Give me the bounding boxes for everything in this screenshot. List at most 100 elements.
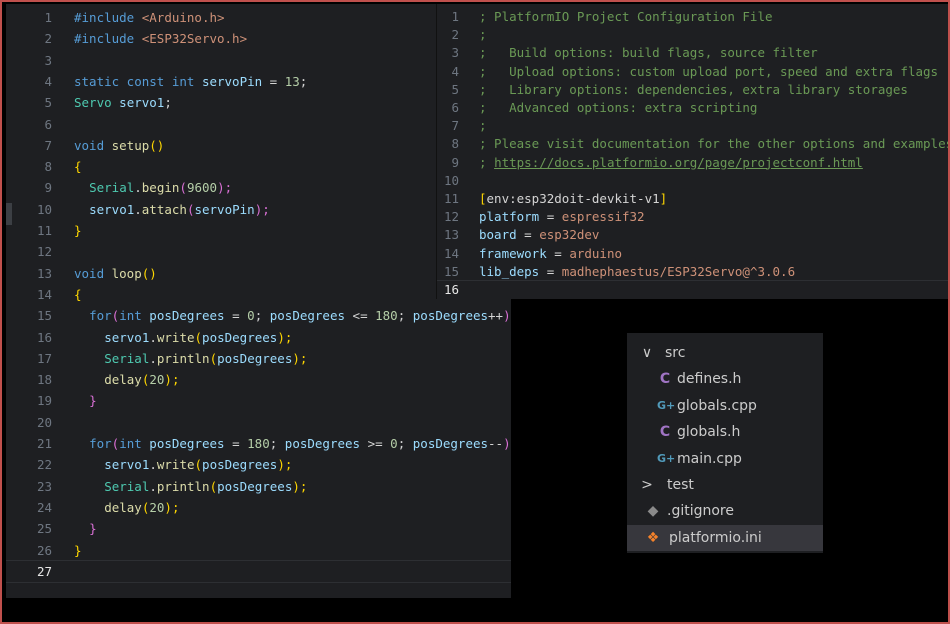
code-line[interactable]: 25} [6,518,511,539]
code-line[interactable]: 27 [6,559,511,584]
line-number: 21 [36,436,52,451]
explorer-item-label: globals.cpp [677,397,757,414]
code-token: write [156,457,195,473]
ini-line[interactable]: 6 ; Advanced options: extra scripting [437,99,948,117]
code-token: ); [292,350,308,366]
line-number: 14 [36,286,52,302]
code-line[interactable]: 26} [6,540,511,561]
line-number: 14 [443,245,459,261]
code-token: Serial [104,478,150,494]
code-line[interactable]: 17 Serial.println(posDegrees); [6,348,511,369]
ini-token: arduino [569,245,622,261]
code-token: println [156,478,210,494]
ini-line[interactable]: 15 lib_deps = madhephaestus/ESP32Servo@^3… [437,263,948,281]
code-token: = [224,308,248,324]
code-token: servoPin [194,201,255,217]
code-token: ); [164,372,180,388]
ini-token: env:esp32doit-devkit-v1 [486,191,660,206]
code-line[interactable]: 21 for(int posDegrees = 180; posDegrees >… [6,433,511,454]
code-text: delay(20); [104,369,179,390]
code-token: Serial [104,350,150,366]
ini-text: ; [479,26,487,44]
code-text: Serial.println(posDegrees); [104,476,307,497]
code-token: = [224,436,248,451]
git-icon: ◆ [647,503,659,520]
code-text: void loop() [74,263,157,284]
explorer-item[interactable]: ❖ platformio.ini [627,524,823,552]
ini-text: lib_deps = madhephaestus/ESP32Servo@^3.0… [479,263,795,281]
ini-line[interactable]: 9; https://docs.platformio.org/page/proj… [437,154,948,172]
ini-line[interactable]: 4 ; Upload options: custom upload port, s… [437,63,948,81]
explorer-item[interactable]: Cglobals.h [627,419,823,445]
code-token: ); [217,180,233,196]
ini-line[interactable]: 12 platform = espressif32 [437,208,948,226]
line-number: 13 [36,265,52,281]
line-number: 12 [36,244,52,260]
ini-text: ; [479,117,487,135]
code-text: servo1.attach(servoPin); [89,199,270,220]
explorer-item[interactable]: ◆ .gitignore [627,498,823,524]
line-number: 13 [443,227,459,243]
explorer-item[interactable]: G+ main.cpp [627,446,823,472]
line-number: 4 [451,63,459,79]
code-token: ; [299,73,308,89]
code-token: delay [104,499,142,515]
explorer-item[interactable]: ∨ src [627,340,823,366]
ini-text: ; Library options: dependencies, extra l… [479,81,908,99]
docs-link[interactable]: https://docs.platformio.org/page/project… [494,155,863,170]
ini-line[interactable]: 3 ; Build options: build flags, source fi… [437,44,948,62]
code-line[interactable]: 18 delay(20); [6,369,511,390]
ini-line[interactable]: 5 ; Library options: dependencies, extra … [437,81,948,99]
ini-text: ; PlatformIO Project Configuration File [479,8,773,26]
line-number: 19 [36,393,52,409]
code-token: 20 [149,499,165,515]
line-number: 3 [44,52,52,68]
explorer-item[interactable]: > test [627,472,823,498]
ini-line[interactable]: 16 [437,279,948,299]
code-line[interactable]: 23 Serial.println(posDegrees); [6,476,511,497]
ini-line[interactable]: 8 ; Please visit documentation for the ot… [437,135,948,153]
ini-line[interactable]: 11 [env:esp32doit-devkit-v1] [437,190,948,208]
ini-token: esp32dev [539,227,600,243]
platformio-ini-editor[interactable]: 1 ; PlatformIO Project Configuration File… [436,4,948,299]
code-token: posDegrees [217,478,293,494]
code-token: ( [194,457,203,473]
code-line[interactable]: 20 [6,412,511,433]
code-token: . [149,329,157,345]
code-token: write [156,329,195,345]
ini-line[interactable]: 2; [437,26,948,44]
line-number: 8 [44,159,52,175]
ini-line[interactable]: 1 ; PlatformIO Project Configuration File [437,8,948,26]
code-line[interactable]: 24 delay(20); [6,497,511,518]
code-text: for(int posDegrees = 0; posDegrees <= 18… [89,305,511,326]
explorer-item[interactable]: G+ globals.cpp [627,393,823,419]
ini-line[interactable]: 13 board = esp32dev [437,226,948,244]
code-token: servo1 [104,329,150,345]
code-token: . [134,180,142,196]
explorer-item[interactable]: Cdefines.h [627,366,823,392]
code-line[interactable]: 16 servo1.write(posDegrees); [6,327,511,348]
code-token: >= [360,436,391,451]
code-token: posDegrees [412,436,489,451]
code-token: <= [345,308,376,324]
code-text: } [89,390,97,411]
ini-line[interactable]: 10 [437,172,948,190]
line-number: 5 [451,81,459,97]
code-token: #include [74,10,135,25]
ini-token: ; [479,27,487,43]
ini-line[interactable]: 7; [437,117,948,135]
code-token: #include [74,31,135,47]
code-token: ; [164,95,172,111]
line-number: 25 [36,521,52,537]
c-header-icon: C [659,424,671,441]
code-token: { [74,286,82,302]
ini-line[interactable]: 14 framework = arduino [437,245,948,263]
code-token: loop [104,265,142,281]
code-token: } [74,223,82,238]
code-token: for [89,308,112,324]
ini-text: ; Upload options: custom upload port, sp… [479,63,938,81]
code-line[interactable]: 19} [6,390,511,411]
line-number: 1 [451,9,459,24]
code-line[interactable]: 15 for(int posDegrees = 0; posDegrees <= … [6,305,511,326]
code-line[interactable]: 22 servo1.write(posDegrees); [6,454,511,475]
